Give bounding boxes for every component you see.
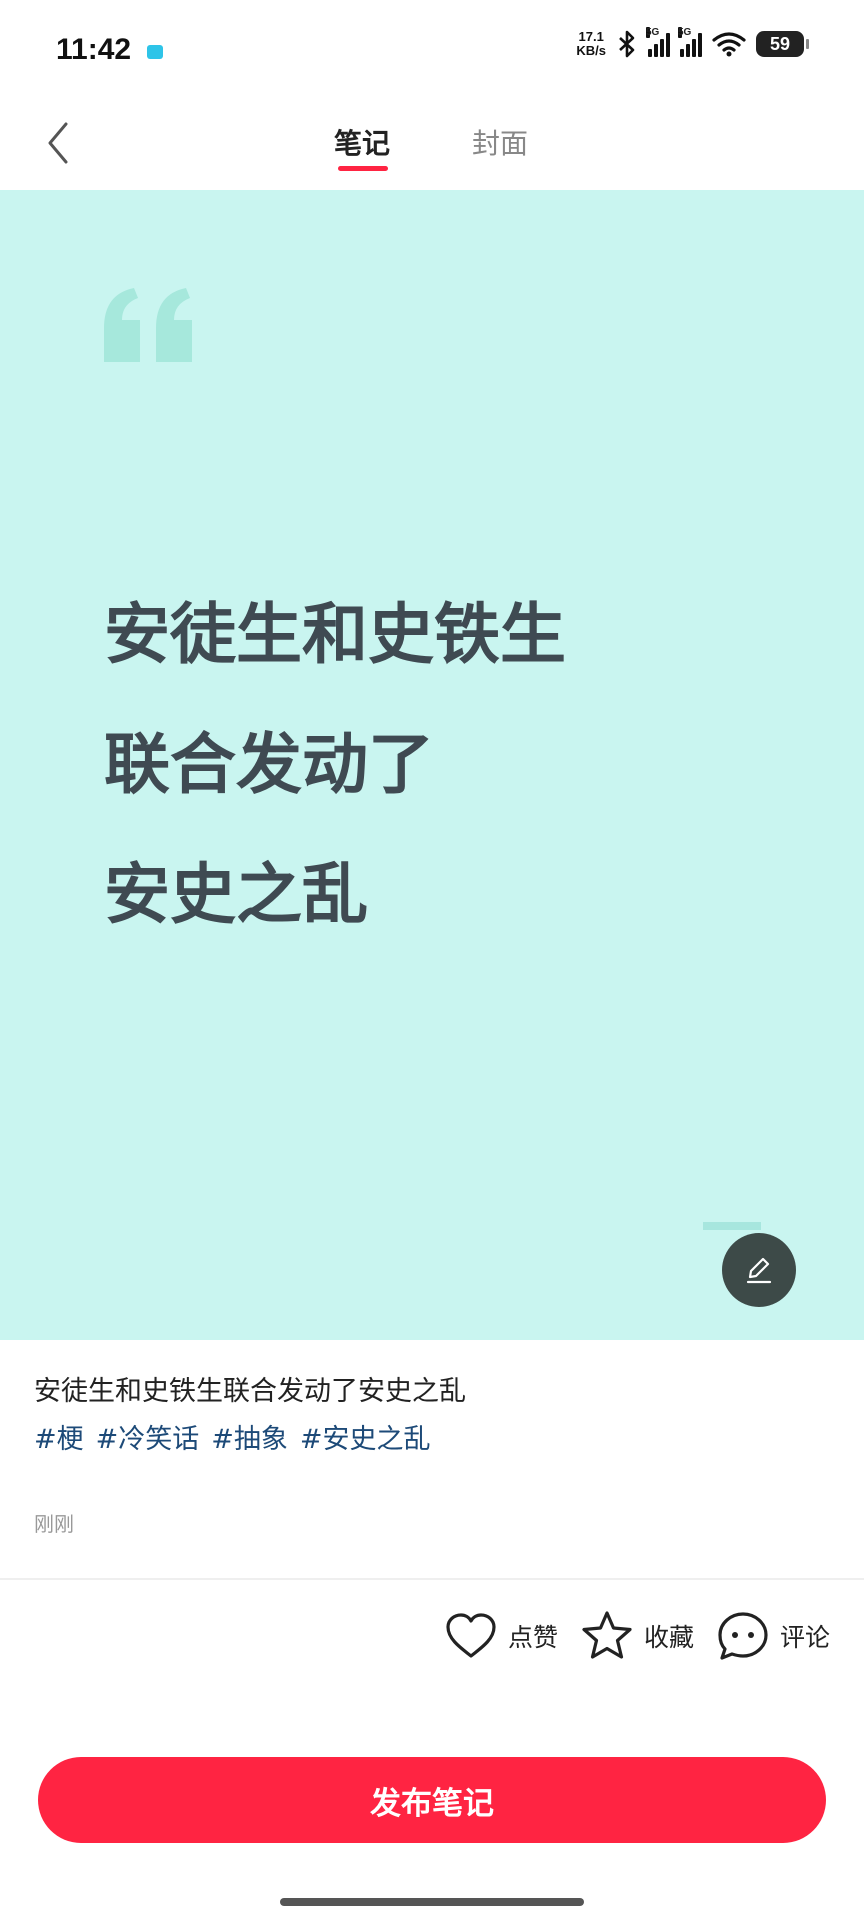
quote-line: 联合发动了 xyxy=(104,726,434,803)
quote-line: 安史之乱 xyxy=(104,856,368,933)
tab-cover[interactable]: 封面 xyxy=(472,122,528,162)
tab-note[interactable]: 笔记 xyxy=(334,122,390,162)
home-indicator[interactable] xyxy=(280,1898,584,1906)
status-icons: 17.1 KB/s 5G 5G 59 xyxy=(576,27,809,58)
like-label: 点赞 xyxy=(507,1623,558,1652)
quote-text: 安徒生和史铁生 联合发动了 安史之乱 xyxy=(104,570,804,960)
decorative-dash xyxy=(703,1222,761,1230)
hashtag[interactable]: #抽象 xyxy=(211,1416,288,1464)
pencil-icon xyxy=(746,1257,772,1284)
publish-note-button[interactable]: 发布笔记 xyxy=(38,1757,826,1843)
hashtag[interactable]: #冷笑话 xyxy=(96,1416,200,1464)
star-icon xyxy=(582,1611,632,1659)
network-speed: 17.1 KB/s xyxy=(576,29,606,58)
note-card-canvas[interactable]: 安徒生和史铁生 联合发动了 安史之乱 xyxy=(0,190,864,1340)
quote-mark-icon xyxy=(104,288,192,362)
comment-button[interactable]: 评论 xyxy=(716,1610,830,1662)
comment-label: 评论 xyxy=(779,1623,830,1652)
hashtag[interactable]: #梗 xyxy=(34,1416,84,1464)
post-caption[interactable]: 安徒生和史铁生联合发动了安史之乱 #梗 #冷笑话 #抽象 #安史之乱 xyxy=(34,1368,834,1464)
heart-icon xyxy=(446,1613,496,1658)
action-bar: 点赞 收藏 评论 xyxy=(444,1610,830,1662)
chevron-left-icon xyxy=(48,122,68,164)
battery-level: 59 xyxy=(769,33,791,54)
signal-2-icon: 5G xyxy=(678,27,702,57)
comment-icon xyxy=(718,1612,768,1660)
favorite-label: 收藏 xyxy=(643,1623,694,1652)
quote-line: 安徒生和史铁生 xyxy=(104,596,566,673)
active-tab-indicator xyxy=(338,166,388,171)
hashtag-list: #梗 #冷笑话 #抽象 #安史之乱 xyxy=(34,1416,834,1464)
like-button[interactable]: 点赞 xyxy=(444,1612,558,1660)
status-bar: 11:42 17.1 KB/s 5G 5G 59 xyxy=(0,0,864,100)
signal-1-icon: 5G xyxy=(646,27,670,57)
bluetooth-icon xyxy=(619,30,635,58)
divider xyxy=(0,1578,864,1580)
hashtag[interactable]: #安史之乱 xyxy=(300,1416,431,1464)
top-nav: 笔记 封面 xyxy=(0,100,864,190)
notification-icon xyxy=(147,45,164,59)
status-time: 11:42 xyxy=(56,33,132,66)
caption-text: 安徒生和史铁生联合发动了安史之乱 xyxy=(34,1376,466,1407)
post-timestamp: 刚刚 xyxy=(34,1512,74,1536)
battery-icon: 59 xyxy=(756,31,809,57)
back-button[interactable] xyxy=(38,118,78,168)
wifi-icon xyxy=(712,32,746,57)
favorite-button[interactable]: 收藏 xyxy=(580,1610,694,1662)
edit-button[interactable] xyxy=(722,1233,796,1307)
